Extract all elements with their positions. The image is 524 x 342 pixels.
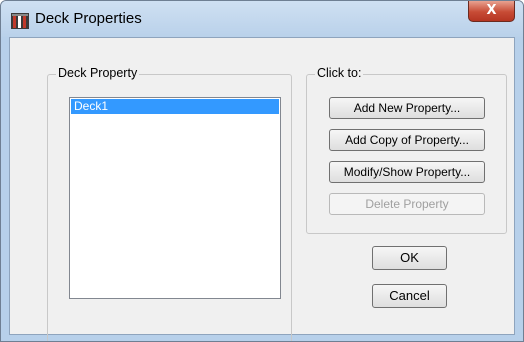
click-to-group-label: Click to:: [315, 66, 364, 80]
app-icon: [11, 13, 29, 29]
title-bar[interactable]: Deck Properties X: [1, 1, 523, 37]
modify-show-property-button[interactable]: Modify/Show Property...: [329, 161, 485, 183]
close-button[interactable]: X: [468, 1, 515, 22]
ok-button[interactable]: OK: [372, 246, 447, 270]
cancel-button[interactable]: Cancel: [372, 284, 447, 308]
close-icon: X: [486, 3, 497, 18]
list-item-deck1[interactable]: Deck1: [71, 99, 279, 114]
dialog-client-area: Deck Property Deck1 Click to: Add New Pr…: [9, 37, 515, 341]
deck-property-group-label: Deck Property: [56, 66, 140, 80]
window-title: Deck Properties: [35, 10, 142, 27]
add-new-property-button[interactable]: Add New Property...: [329, 97, 485, 119]
click-to-group: Click to: Add New Property... Add Copy o…: [306, 66, 507, 234]
add-copy-of-property-button[interactable]: Add Copy of Property...: [329, 129, 485, 151]
deck-properties-window: Deck Properties X Deck Property Deck1 Cl…: [0, 0, 524, 342]
deck-property-group: Deck Property Deck1: [47, 66, 292, 341]
delete-property-button: Delete Property: [329, 193, 485, 215]
deck-property-list[interactable]: Deck1: [69, 97, 281, 299]
